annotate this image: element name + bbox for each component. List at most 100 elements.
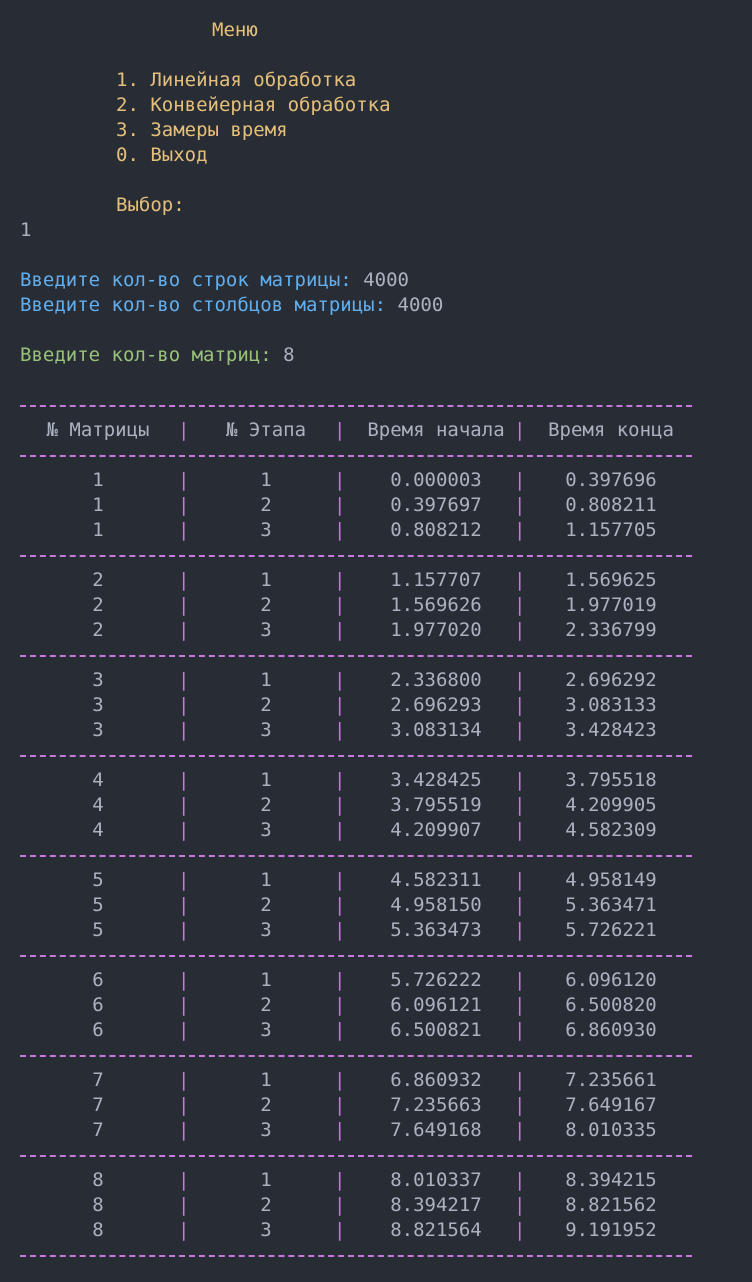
cell-stage-number: 1: [260, 1169, 272, 1191]
column-separator: |: [178, 1194, 190, 1216]
column-separator: |: [334, 969, 346, 991]
column-separator: |: [334, 1094, 346, 1116]
column-separator: |: [514, 1069, 526, 1091]
cols-prompt-line: Введите кол-во столбцов матрицы: 4000: [20, 293, 752, 318]
cell-start-time: 3.428425: [390, 769, 482, 791]
column-separator: |: [178, 469, 190, 491]
menu-title: Меню: [212, 19, 258, 41]
cell-start-time: 0.397697: [390, 494, 482, 516]
cell-matrix-number: 2: [92, 569, 104, 591]
table-row: 1 | 1 | 0.000003 | 0.397696: [20, 468, 692, 493]
menu-item-timing: 3. Замеры время: [116, 119, 288, 141]
cell-start-time: 3.083134: [390, 719, 482, 741]
cell-matrix-number: 6: [92, 969, 104, 991]
cell-matrix-number: 5: [92, 919, 104, 941]
column-separator: |: [514, 694, 526, 716]
cell-matrix-number: 7: [92, 1119, 104, 1141]
column-separator: |: [514, 494, 526, 516]
column-separator: |: [178, 569, 190, 591]
column-separator: |: [178, 1069, 190, 1091]
cell-start-time: 8.010337: [390, 1169, 482, 1191]
column-separator: |: [514, 869, 526, 891]
column-separator: |: [334, 869, 346, 891]
cell-stage-number: 1: [260, 969, 272, 991]
column-separator: |: [178, 1019, 190, 1041]
cell-matrix-number: 3: [92, 669, 104, 691]
column-separator: |: [514, 594, 526, 616]
column-separator: |: [514, 994, 526, 1016]
cell-start-time: 2.336800: [390, 669, 482, 691]
column-separator: |: [334, 594, 346, 616]
cell-stage-number: 2: [260, 494, 272, 516]
header-start-time: Время начала: [367, 419, 505, 441]
cell-start-time: 8.394217: [390, 1194, 482, 1216]
column-separator: |: [514, 794, 526, 816]
cell-matrix-number: 1: [92, 494, 104, 516]
cell-start-time: 6.096121: [390, 994, 482, 1016]
column-separator: |: [334, 569, 346, 591]
menu-item-linear: 1. Линейная обработка: [116, 69, 357, 91]
cell-end-time: 7.235661: [565, 1069, 657, 1091]
cell-matrix-number: 4: [92, 794, 104, 816]
cell-stage-number: 2: [260, 994, 272, 1016]
cell-stage-number: 1: [260, 469, 272, 491]
cell-start-time: 4.582311: [390, 869, 482, 891]
cell-start-time: 4.209907: [390, 819, 482, 841]
cell-start-time: 1.977020: [390, 619, 482, 641]
table-row: 2 | 1 | 1.157707 | 1.569625: [20, 568, 692, 593]
cell-matrix-number: 5: [92, 894, 104, 916]
column-separator: |: [334, 669, 346, 691]
column-separator: |: [178, 1094, 190, 1116]
cell-end-time: 0.397696: [565, 469, 657, 491]
choice-input[interactable]: 1: [20, 218, 752, 243]
cell-matrix-number: 5: [92, 869, 104, 891]
cell-start-time: 4.958150: [390, 894, 482, 916]
cell-stage-number: 3: [260, 819, 272, 841]
cell-end-time: 3.428423: [565, 719, 657, 741]
cell-start-time: 1.569626: [390, 594, 482, 616]
rows-prompt-label: Введите кол-во строк матрицы:: [20, 269, 352, 291]
cell-matrix-number: 8: [92, 1169, 104, 1191]
cell-end-time: 0.808211: [565, 494, 657, 516]
column-separator: |: [514, 619, 526, 641]
cell-stage-number: 2: [260, 794, 272, 816]
cell-start-time: 7.235663: [390, 1094, 482, 1116]
table-row: 1 | 3 | 0.808212 | 1.157705: [20, 518, 692, 543]
column-separator: |: [334, 469, 346, 491]
table-divider: [20, 843, 692, 868]
cell-matrix-number: 4: [92, 769, 104, 791]
column-separator: |: [178, 994, 190, 1016]
cell-end-time: 2.336799: [565, 619, 657, 641]
menu-item-exit: 0. Выход: [116, 144, 208, 166]
table-row: 3 | 2 | 2.696293 | 3.083133: [20, 693, 692, 718]
table-row: 6 | 3 | 6.500821 | 6.860930: [20, 1018, 692, 1043]
table-divider: [20, 1043, 692, 1068]
table-row: 3 | 1 | 2.336800 | 2.696292: [20, 668, 692, 693]
column-separator: |: [514, 569, 526, 591]
table-row: 5 | 3 | 5.363473 | 5.726221: [20, 918, 692, 943]
cell-end-time: 5.726221: [565, 919, 657, 941]
cell-end-time: 7.649167: [565, 1094, 657, 1116]
count-input[interactable]: 8: [283, 344, 294, 366]
column-separator: |: [514, 519, 526, 541]
column-separator: |: [178, 669, 190, 691]
rows-input[interactable]: 4000: [363, 269, 409, 291]
header-stage-number: № Этапа: [225, 419, 307, 441]
cols-input[interactable]: 4000: [398, 294, 444, 316]
column-separator: |: [178, 519, 190, 541]
cell-end-time: 5.363471: [565, 894, 657, 916]
cell-end-time: 6.860930: [565, 1019, 657, 1041]
cell-end-time: 3.795518: [565, 769, 657, 791]
cell-start-time: 5.726222: [390, 969, 482, 991]
cell-start-time: 1.157707: [390, 569, 482, 591]
header-matrix-number: № Матрицы: [46, 419, 150, 441]
cell-stage-number: 2: [260, 694, 272, 716]
column-separator: |: [178, 969, 190, 991]
column-separator: |: [178, 594, 190, 616]
cell-stage-number: 3: [260, 1019, 272, 1041]
cell-end-time: 1.977019: [565, 594, 657, 616]
cell-start-time: 6.860932: [390, 1069, 482, 1091]
table-row: 5 | 2 | 4.958150 | 5.363471: [20, 893, 692, 918]
